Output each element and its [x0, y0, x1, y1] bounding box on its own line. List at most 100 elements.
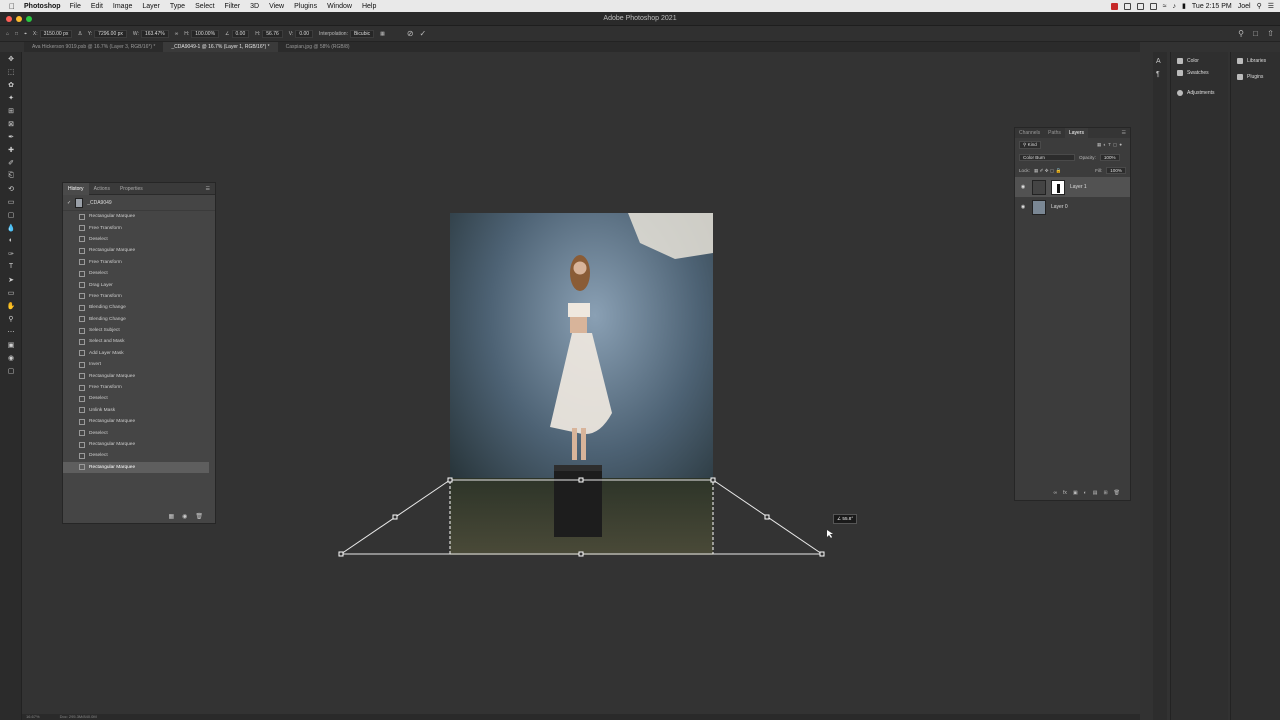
history-state-label: Free Transform: [89, 259, 122, 265]
history-state[interactable]: Add Layer Mask: [63, 348, 209, 359]
history-state-label: Deselect: [89, 236, 108, 242]
character-icon[interactable]: A: [1156, 58, 1164, 65]
tab-paths[interactable]: Paths: [1044, 128, 1065, 138]
dock-item-adjustments[interactable]: Adjustments: [1171, 87, 1228, 99]
transform-handle[interactable]: [447, 477, 453, 483]
history-state[interactable]: Rectangular Marquee: [63, 461, 209, 473]
history-state[interactable]: Unlink Mask: [63, 405, 209, 416]
new-snapshot-icon[interactable]: ◉: [182, 513, 187, 520]
history-state[interactable]: Deselect: [63, 427, 209, 438]
history-state[interactable]: Rectangular Marquee: [63, 416, 209, 427]
adjustments-icon: [1177, 90, 1183, 96]
transform-handle[interactable]: [819, 551, 825, 557]
lock-icons[interactable]: ▦ ✐ ✥ ▢ 🔒: [1034, 168, 1061, 174]
history-state-icon: [79, 395, 85, 402]
layer-row[interactable]: ◉ Layer 1: [1015, 177, 1130, 197]
history-state[interactable]: Deselect: [63, 450, 209, 461]
layer-style-icon[interactable]: fx: [1063, 490, 1067, 496]
history-state-icon: [79, 464, 85, 471]
history-state[interactable]: Deselect: [63, 393, 209, 404]
history-state[interactable]: Rectangular Marquee: [63, 439, 209, 450]
fill-field[interactable]: 100%: [1106, 167, 1126, 174]
dock-item-plugins[interactable]: Plugins: [1231, 71, 1280, 83]
history-state-label: Free Transform: [89, 385, 122, 391]
link-layers-icon[interactable]: ∞: [1053, 490, 1057, 496]
panel-menu-icon[interactable]: ☰: [201, 186, 215, 192]
history-state[interactable]: Deselect: [63, 234, 209, 245]
history-snapshot[interactable]: ✓ _CDA9049: [63, 195, 215, 211]
history-state[interactable]: Free Transform: [63, 257, 209, 268]
history-state[interactable]: Select Subject: [63, 325, 209, 336]
transform-handle[interactable]: [578, 477, 584, 483]
delete-state-icon[interactable]: 🗑: [195, 513, 203, 520]
dock-item-libraries[interactable]: Libraries: [1231, 55, 1280, 67]
history-state[interactable]: Blending Change: [63, 314, 209, 325]
history-state-icon: [79, 304, 85, 311]
lock-label: Lock:: [1019, 168, 1030, 173]
fill-label: Fill:: [1095, 168, 1103, 173]
history-state[interactable]: Blending Change: [63, 302, 209, 313]
transform-handle[interactable]: [764, 514, 770, 520]
layer-mask-thumbnail[interactable]: [1051, 179, 1065, 195]
filter-icons[interactable]: ▦◐T▢●: [1097, 142, 1130, 148]
filter-kind-select[interactable]: ⚲ Kind: [1019, 140, 1041, 149]
eye-icon[interactable]: ◉: [1019, 184, 1027, 190]
history-state-label: Deselect: [89, 396, 108, 402]
opacity-field[interactable]: 100%: [1099, 154, 1120, 161]
color-icon: [1177, 58, 1183, 64]
transform-handle[interactable]: [392, 514, 398, 520]
blend-mode-select[interactable]: Color Burn: [1019, 154, 1075, 161]
tab-layers[interactable]: Layers: [1064, 128, 1088, 138]
history-state-icon: [79, 236, 85, 243]
transform-bounding-box: [339, 479, 824, 555]
history-state-label: Unlink Mask: [89, 407, 116, 413]
history-state[interactable]: Free Transform: [63, 382, 209, 393]
history-state[interactable]: Rectangular Marquee: [63, 211, 209, 222]
history-state[interactable]: Rectangular Marquee: [63, 370, 209, 381]
dock-item-label: Swatches: [1187, 70, 1209, 76]
add-mask-icon[interactable]: ▣: [1073, 490, 1078, 496]
delete-layer-icon[interactable]: 🗑: [1114, 490, 1120, 496]
new-layer-icon[interactable]: ⊞: [1103, 490, 1107, 496]
history-state[interactable]: Invert: [63, 359, 209, 370]
snapshot-brush-icon[interactable]: ✓: [67, 200, 71, 206]
paragraph-icon[interactable]: ¶: [1156, 71, 1164, 78]
layer-thumbnail: [1032, 179, 1046, 195]
new-group-icon[interactable]: ▤: [1093, 490, 1098, 496]
layers-panel: Channels Paths Layers ☰ ⚲ Kind ▦◐T▢● Col…: [1014, 127, 1131, 501]
doc-size[interactable]: Doc: 295.3M/840.0M: [60, 714, 97, 720]
history-state-label: Select Subject: [89, 328, 120, 334]
eye-icon[interactable]: ◉: [1019, 204, 1027, 210]
adjustment-layer-icon[interactable]: ◐: [1084, 490, 1087, 496]
panel-dock-2: Libraries Plugins: [1230, 52, 1280, 720]
tab-channels[interactable]: Channels: [1015, 128, 1044, 138]
history-state[interactable]: Drag Layer: [63, 279, 209, 290]
history-state-icon: [79, 213, 85, 220]
dock-item-swatches[interactable]: Swatches: [1171, 67, 1228, 79]
filter-kind-value: Kind: [1027, 141, 1037, 147]
new-document-from-state-icon[interactable]: ▦: [168, 513, 174, 520]
history-state[interactable]: Free Transform: [63, 222, 209, 233]
transform-handle[interactable]: [338, 551, 344, 557]
layer-row[interactable]: ◉ Layer 0: [1015, 197, 1130, 217]
history-state-label: Deselect: [89, 430, 108, 436]
history-state-label: Rectangular Marquee: [89, 214, 136, 220]
history-state[interactable]: Rectangular Marquee: [63, 245, 209, 256]
layer-thumbnail: [1032, 199, 1046, 215]
tab-actions[interactable]: Actions: [89, 186, 115, 192]
selection-marquee: [449, 479, 714, 555]
history-state-icon: [79, 441, 85, 448]
tab-history[interactable]: History: [63, 182, 89, 195]
transform-handle[interactable]: [710, 477, 716, 483]
history-state-icon: [79, 225, 85, 232]
transform-handle[interactable]: [578, 551, 584, 557]
tab-properties[interactable]: Properties: [115, 186, 148, 192]
history-state-label: Free Transform: [89, 225, 122, 231]
history-state[interactable]: Deselect: [63, 268, 209, 279]
dock-item-label: Color: [1187, 58, 1199, 64]
panel-menu-icon[interactable]: ☰: [1118, 128, 1130, 138]
dock-item-color[interactable]: Color: [1171, 55, 1228, 67]
history-state[interactable]: Select and Mask: [63, 336, 209, 347]
zoom-level[interactable]: 16.67%: [26, 714, 40, 720]
history-state[interactable]: Free Transform: [63, 291, 209, 302]
